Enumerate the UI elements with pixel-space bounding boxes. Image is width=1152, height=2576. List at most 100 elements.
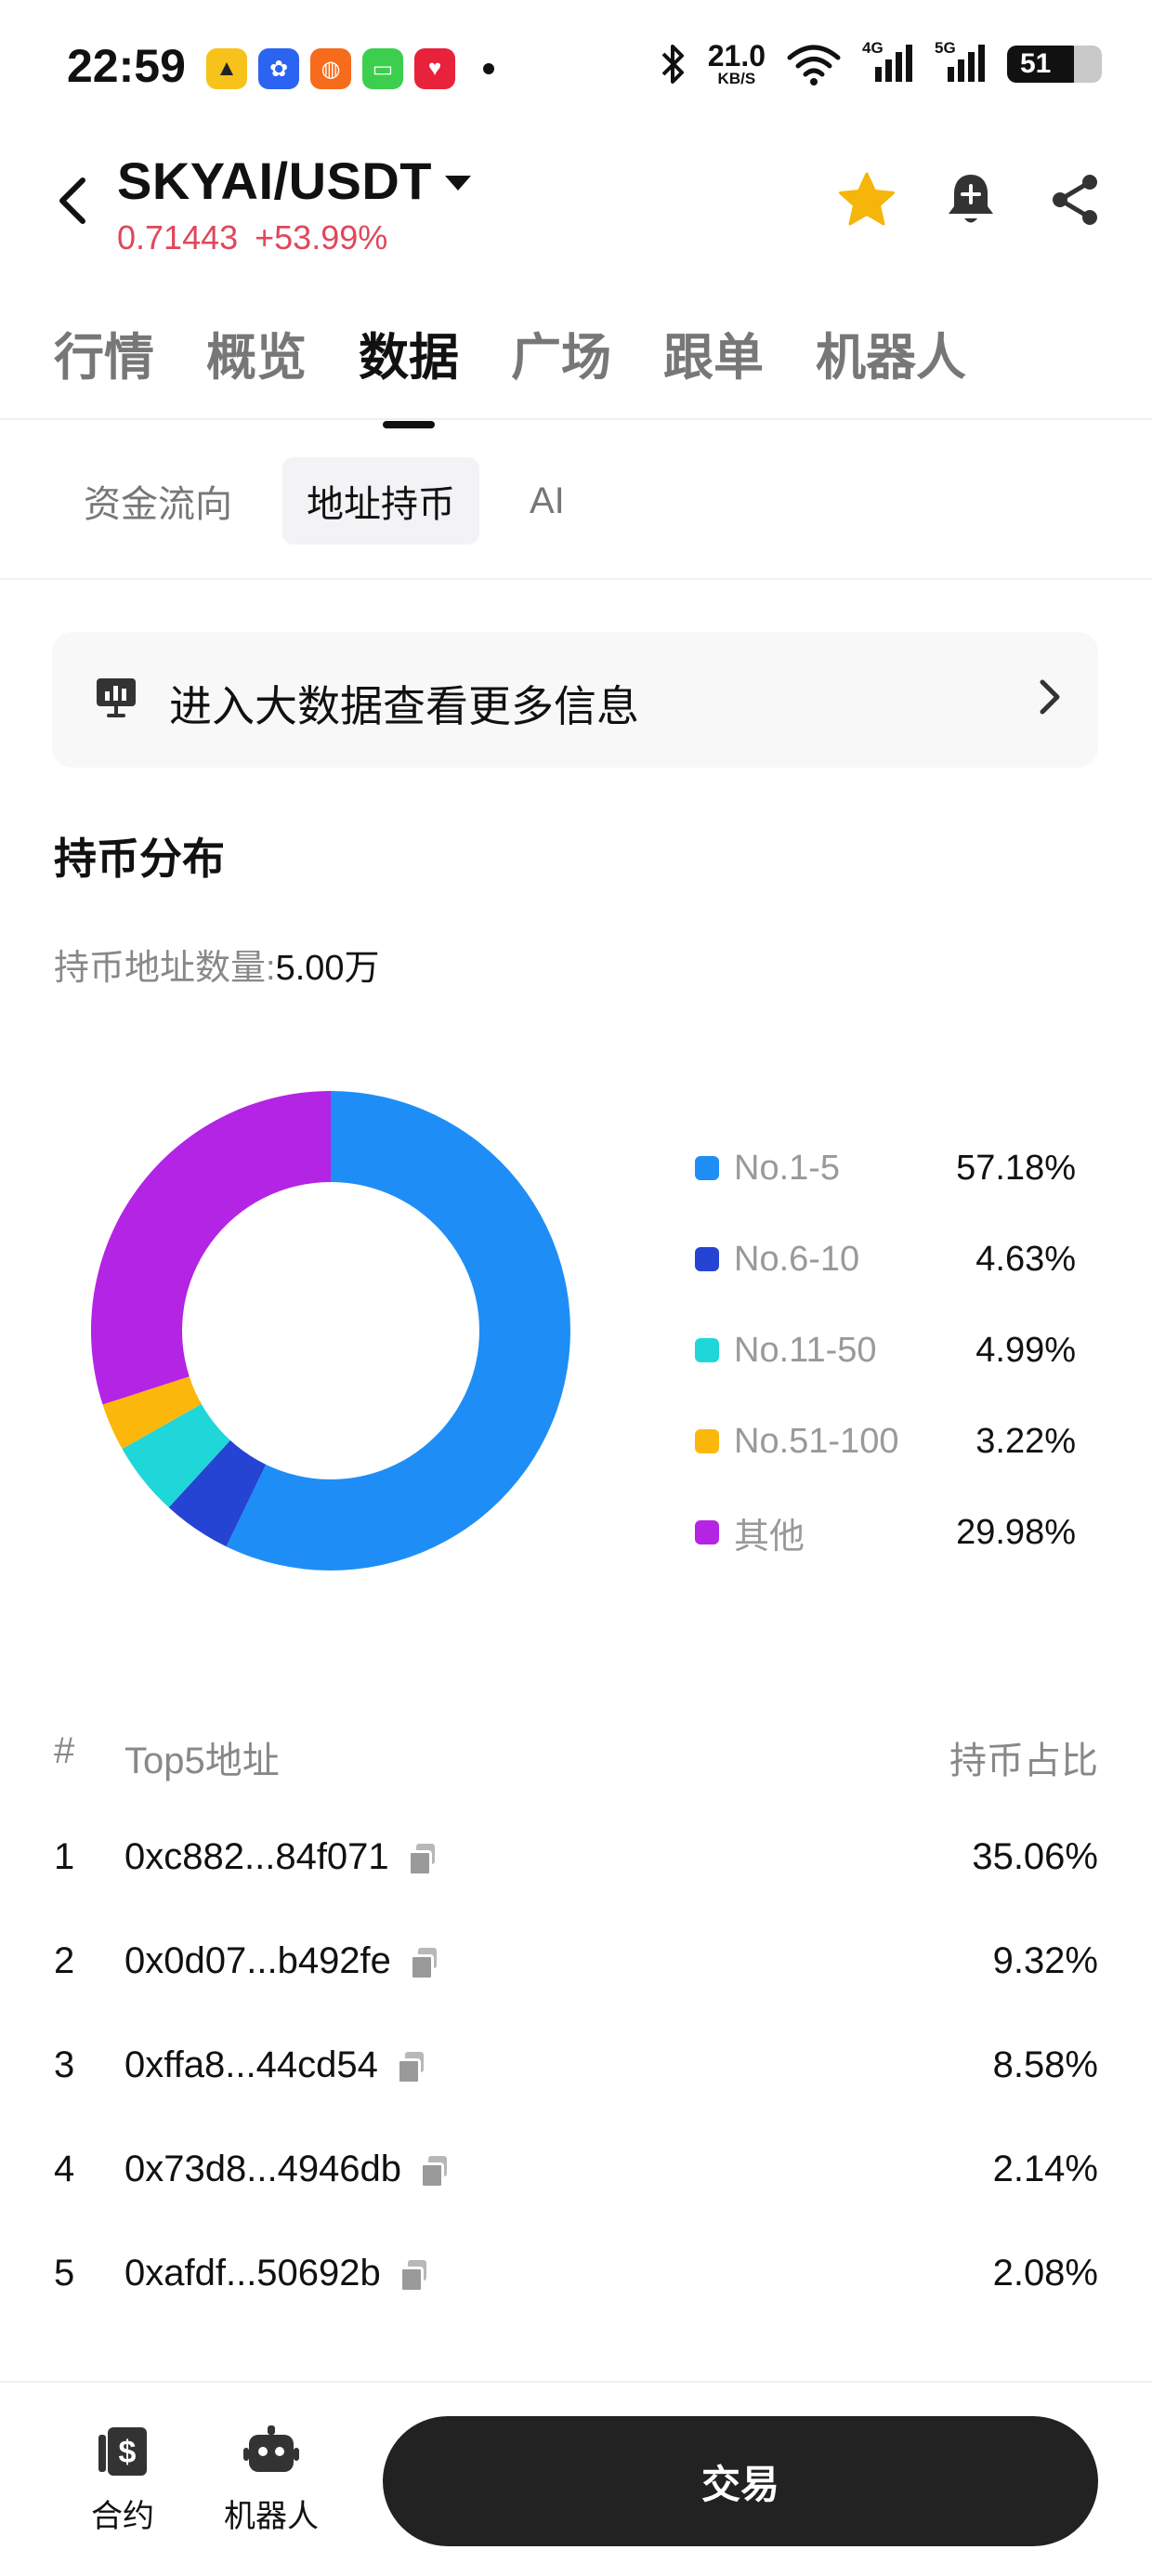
row-index: 2 <box>54 1940 75 1981</box>
legend-value: 4.63% <box>975 1239 1076 1279</box>
section-title: 持币分布 <box>54 835 225 883</box>
network-speed-unit: KB/S <box>717 70 756 87</box>
contract-label: 合约 <box>91 2499 154 2534</box>
holder-address: 0x73d8...4946db <box>124 2149 402 2189</box>
legend-swatch <box>695 1520 719 1544</box>
copy-icon[interactable] <box>396 2051 425 2084</box>
robot-button[interactable]: 机器人 <box>216 2425 327 2536</box>
holder-count-value: 5.00万 <box>275 949 380 988</box>
contract-button[interactable]: $ 合约 <box>67 2425 178 2536</box>
star-icon <box>839 172 895 226</box>
copy-icon[interactable] <box>399 2259 427 2293</box>
copy-icon[interactable] <box>407 1843 436 1876</box>
holder-address: 0xafdf...50692b <box>124 2253 381 2293</box>
tab-overview[interactable]: 概览 <box>206 316 307 389</box>
legend-value: 57.18% <box>956 1148 1076 1188</box>
holder-address: 0x0d07...b492fe <box>124 1940 391 1981</box>
big-data-banner[interactable]: 进入大数据查看更多信息 <box>52 632 1098 768</box>
pair-selector[interactable]: SKYAI/USDT 0.71443 +53.99% <box>117 151 472 257</box>
holder-distribution-donut <box>91 1091 571 1571</box>
legend-swatch <box>695 1247 719 1271</box>
status-time: 22:59 <box>67 40 186 92</box>
holder-address: 0xffa8...44cd54 <box>124 2044 378 2085</box>
chevron-right-icon <box>1040 679 1060 715</box>
legend-label: 其他 <box>734 1517 805 1557</box>
app-notify-icon: ◍ <box>310 48 351 89</box>
battery-icon: 51 <box>1007 45 1102 83</box>
legend-value: 4.99% <box>975 1330 1076 1370</box>
row-index: 1 <box>54 1836 75 1877</box>
tab-data[interactable]: 数据 <box>359 316 459 389</box>
favorite-button[interactable] <box>834 167 899 232</box>
price-alert-button[interactable] <box>938 167 1003 232</box>
bell-plus-icon <box>949 175 993 223</box>
price-change: +53.99% <box>255 218 388 256</box>
share-button[interactable] <box>1042 167 1107 232</box>
legend-label: No.1-5 <box>734 1148 841 1188</box>
sub-tabs: 资金流向 地址持币 AI <box>59 457 589 545</box>
bottom-action-bar: $ 合约 机器人 交易 <box>0 2381 1152 2576</box>
row-index: 4 <box>54 2149 75 2189</box>
holding-percent: 2.14% <box>992 2149 1098 2189</box>
divider <box>0 418 1152 420</box>
chart-legend: No.1-5 57.18% No.6-10 4.63% No.11-50 4.99% No.… <box>695 1123 1076 1578</box>
message-notify-icon: ▭ <box>362 48 403 89</box>
pair-header: SKYAI/USDT 0.71443 +53.99% <box>0 139 1152 269</box>
legend-item: No.51-100 3.22% <box>695 1396 1076 1487</box>
top-holders-table: 1 0xc882...84f071 35.06% 2 0x0d07...b492… <box>54 1836 1098 2357</box>
divider <box>0 578 1152 580</box>
chart-board-icon <box>97 678 136 717</box>
legend-swatch <box>695 1156 719 1180</box>
legend-item: No.6-10 4.63% <box>695 1214 1076 1305</box>
copy-icon[interactable] <box>420 2155 448 2188</box>
network-speed-value: 21.0 <box>707 39 766 72</box>
subtab-address-holdings[interactable]: 地址持币 <box>282 457 479 545</box>
network-speed: 21.0 KB/S <box>708 41 766 86</box>
status-indicators: 21.0 KB/S 4G 5G 51 <box>660 39 1102 86</box>
svg-text:$: $ <box>119 2435 137 2470</box>
donut-slice <box>91 1091 331 1405</box>
app-notify-icon: ♥ <box>414 48 455 89</box>
tab-market[interactable]: 行情 <box>54 316 154 389</box>
table-row: 3 0xffa8...44cd54 8.58% <box>54 2044 1098 2149</box>
app-notify-icon: ▲ <box>206 48 247 89</box>
status-bar: 22:59 ▲ ✿ ◍ ▭ ♥ 21.0 KB/S 4G 5G 51 <box>0 0 1152 139</box>
table-row: 1 0xc882...84f071 35.06% <box>54 1836 1098 1940</box>
app-notify-icon: ✿ <box>258 48 299 89</box>
legend-swatch <box>695 1338 719 1362</box>
legend-item: No.1-5 57.18% <box>695 1123 1076 1214</box>
back-button[interactable] <box>46 167 98 234</box>
table-header: # Top5地址 持币占比 <box>54 1730 1098 1786</box>
col-address-header: Top5地址 <box>124 1741 280 1781</box>
holding-percent: 8.58% <box>992 2044 1098 2085</box>
table-row: 5 0xafdf...50692b 2.08% <box>54 2253 1098 2357</box>
row-index: 5 <box>54 2253 75 2293</box>
trade-button[interactable]: 交易 <box>383 2416 1098 2546</box>
subtab-ai[interactable]: AI <box>505 464 589 539</box>
caret-down-icon <box>445 175 472 191</box>
last-price: 0.71443 <box>117 218 239 256</box>
status-app-icons: ▲ ✿ ◍ ▭ ♥ <box>206 48 494 89</box>
legend-value: 3.22% <box>975 1421 1076 1461</box>
tab-copy-trading[interactable]: 跟单 <box>663 316 764 389</box>
banner-text: 进入大数据查看更多信息 <box>169 682 639 730</box>
copy-icon[interactable] <box>409 1947 438 1980</box>
row-index: 3 <box>54 2044 75 2085</box>
tab-bots[interactable]: 机器人 <box>816 316 966 389</box>
robot-icon <box>243 2425 299 2472</box>
legend-swatch <box>695 1429 719 1453</box>
col-index-header: # <box>54 1730 75 1771</box>
robot-label: 机器人 <box>224 2499 319 2534</box>
legend-label: No.6-10 <box>734 1239 860 1279</box>
pair-name: SKYAI/USDT <box>117 151 433 210</box>
more-notifications-dot <box>483 63 494 74</box>
holder-count-label: 持币地址数量: <box>54 949 276 988</box>
signal-5g-icon: 5G <box>935 39 987 85</box>
signal-4g-icon: 4G <box>862 39 914 85</box>
tab-square[interactable]: 广场 <box>511 316 611 389</box>
battery-level: 51 <box>1020 47 1052 79</box>
contract-doc-icon: $ <box>98 2427 147 2476</box>
subtab-fund-flow[interactable]: 资金流向 <box>59 457 256 545</box>
signal-4g-label: 4G <box>862 38 884 57</box>
legend-value: 29.98% <box>956 1512 1076 1552</box>
